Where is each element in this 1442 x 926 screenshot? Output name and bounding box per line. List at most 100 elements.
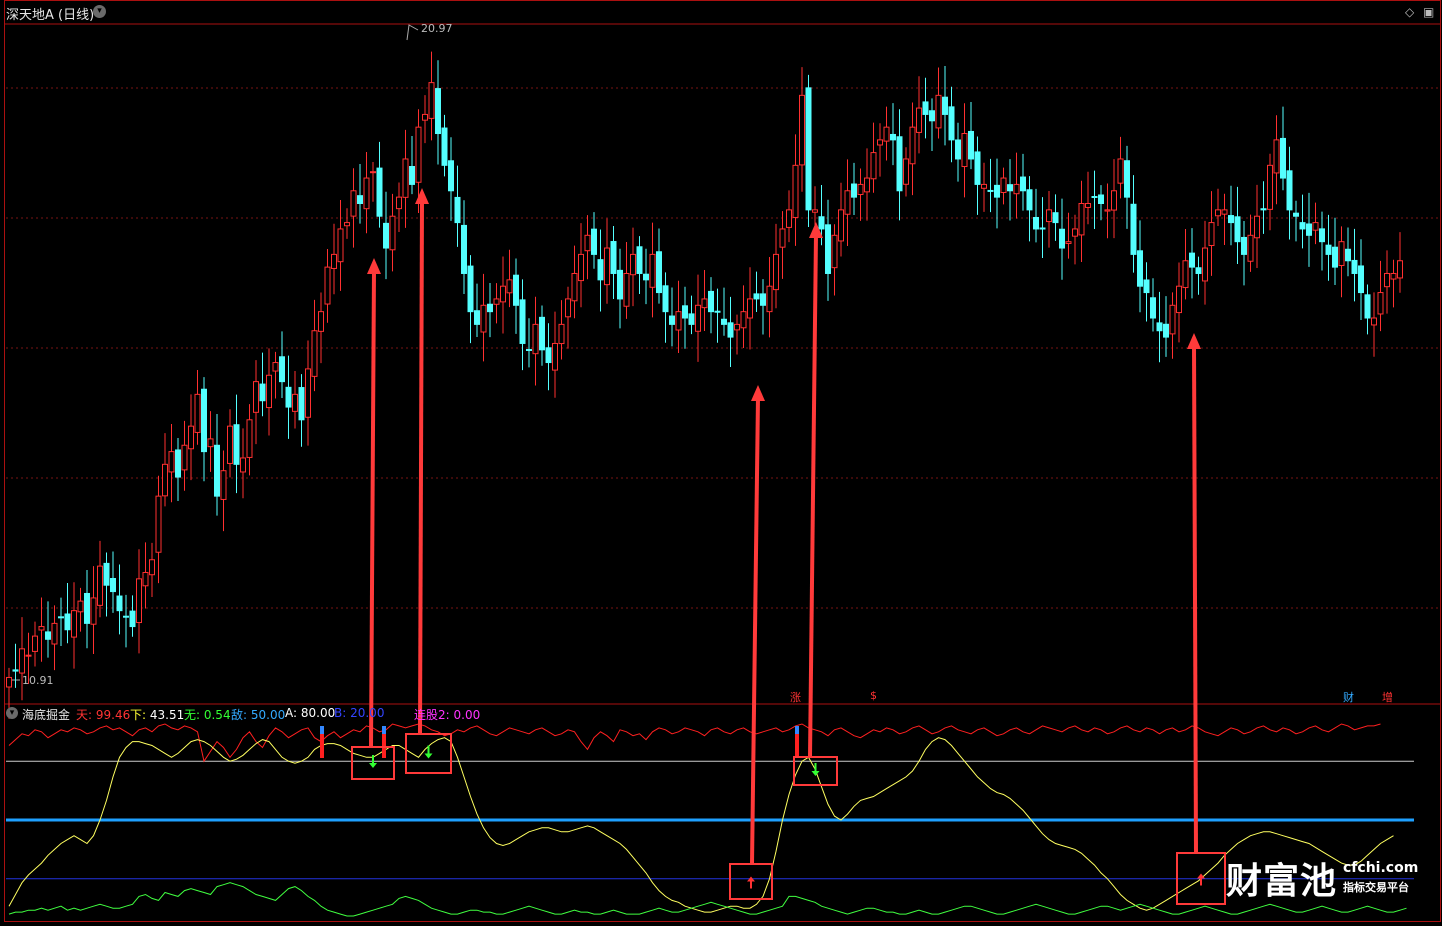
diamond-icon[interactable]: ◇ [1405,5,1414,19]
candle [32,621,38,667]
candle-body-down [1163,323,1169,338]
event-mark-cai[interactable]: 财 [1343,689,1354,705]
event-mark-dollar[interactable]: $ [870,689,877,702]
candle [922,77,929,139]
candle-body-up [253,381,259,413]
candle [968,101,974,170]
candle-body-up [779,228,786,248]
arrow-shaft [1192,344,1198,854]
candle [981,162,987,212]
candle [955,122,961,182]
candle-body-up [337,228,344,263]
indicator-param: 敌: 50.00 [231,706,285,723]
candle-body-up [428,82,435,119]
candle [1026,176,1033,242]
candle-body-up [877,139,883,146]
down-arrow-icon [424,745,433,759]
candle-body-up [266,374,272,409]
candle-body-down [64,613,71,631]
candle [1039,197,1046,258]
candle-body-up [6,676,12,688]
candle [1273,115,1280,205]
candle-body-up [1215,209,1221,217]
candle-body-up [363,177,370,210]
candle-body-down [116,595,123,612]
candle-body-down [383,222,389,249]
candle [220,450,227,532]
candle [545,323,552,391]
candle [136,549,142,654]
candle [708,277,714,334]
candle [84,570,90,649]
candle [311,299,318,392]
param-value: 0.54 [200,708,231,722]
candle-body-down [1150,297,1156,319]
candle [669,287,675,347]
candle [207,411,214,472]
candle-body-up [1254,215,1260,239]
indicator-param: 天: 99.46 [76,706,130,723]
indicator-name[interactable]: 海底掘金 [22,706,70,723]
candle-body-down [1351,259,1358,274]
candle [1351,228,1358,302]
candle [675,280,682,354]
candle [526,318,532,368]
panel-menu-icon[interactable]: ▣ [1423,5,1434,19]
candle [1241,220,1247,286]
candle-body-down [1137,250,1143,287]
candle [974,136,981,215]
candle-body-up [1221,209,1228,215]
candle [805,74,812,228]
candle [350,168,357,248]
candle-body-up [1072,228,1078,237]
candle [97,540,103,618]
candle [1332,217,1338,286]
candle-body-up [90,597,97,625]
candle-body-up [812,209,818,213]
candle-body-up [168,451,175,473]
annotation-arrow [750,385,765,865]
candle [461,200,467,295]
candle [1325,214,1332,281]
period-dropdown-chevron-icon[interactable]: ▾ [93,5,106,18]
candle [695,274,701,362]
candle [1013,152,1020,219]
candle [1345,227,1351,277]
arrow-shaft [369,269,376,748]
candle [428,51,435,141]
candle [227,409,233,478]
stock-name: 深天地A [6,8,54,23]
candle [409,135,415,195]
candle-body-up [324,266,331,305]
candle-body-down [448,160,454,192]
candle [1085,171,1091,225]
candle-body-up [1208,222,1215,246]
candle [487,282,493,338]
event-mark-zhang[interactable]: 涨 [790,689,801,705]
period-label: (日线) [58,8,95,23]
wu-line [8,882,1407,917]
candle [1312,202,1319,245]
candle-body-up [701,298,708,309]
candle [467,255,474,344]
param-value: 43.51 [146,708,185,722]
candle-body-up [857,183,864,195]
candle-body-down [1091,196,1098,199]
candle [1202,220,1208,305]
event-mark-zeng[interactable]: 增 [1382,689,1393,705]
candle [129,595,136,637]
candle-body-down [110,577,116,593]
param-value: 99.46 [92,708,131,722]
candle-body-down [1007,184,1013,192]
candle-body-down [656,251,662,294]
indicator-collapse-chevron-icon[interactable]: ▾ [6,707,18,719]
candle [597,229,604,312]
candle [877,123,883,177]
candle-body-down [948,106,955,141]
candle-body-down [1228,215,1234,224]
candle [1137,220,1143,313]
candle [337,199,344,291]
candle-body-down [12,669,19,672]
candle-body-up [571,272,578,302]
candle [532,296,539,386]
